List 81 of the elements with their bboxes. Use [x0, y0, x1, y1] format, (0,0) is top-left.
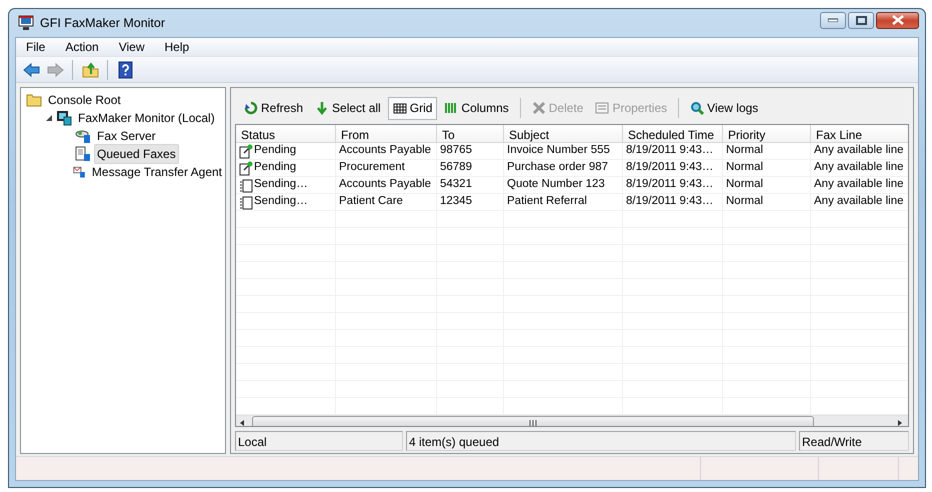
table-cell: 8/19/2011 9:43…	[623, 194, 723, 210]
table-cell: Normal	[723, 143, 811, 159]
column-header[interactable]: From	[336, 125, 437, 142]
close-button[interactable]	[876, 12, 919, 28]
down-arrow-icon	[315, 101, 330, 115]
menu-item[interactable]: Help	[154, 38, 200, 56]
table-cell: 8/19/2011 9:43…	[623, 160, 723, 176]
menu-item[interactable]: File	[16, 38, 56, 56]
folder-icon	[26, 92, 42, 108]
document-stack-icon	[75, 146, 91, 162]
minimize-button[interactable]	[820, 12, 846, 28]
help-icon[interactable]	[116, 60, 134, 78]
tree-item[interactable]: Console Root	[45, 90, 124, 110]
table-cell: Accounts Payable	[336, 143, 437, 159]
table-cell: Pending	[236, 160, 336, 176]
back-arrow-icon[interactable]	[22, 60, 40, 78]
table-cell: Quote Number 123	[504, 177, 623, 193]
table-cell: Normal	[723, 194, 811, 210]
table-cell: Any available line	[811, 143, 908, 159]
column-header[interactable]: Status	[236, 125, 336, 142]
column-header[interactable]: Scheduled Time	[623, 125, 723, 142]
table-cell: Procurement	[336, 160, 437, 176]
table-cell: Any available line	[811, 160, 908, 176]
status-text: Read/Write	[799, 431, 909, 451]
table-cell: Purchase order 987	[504, 160, 623, 176]
maximize-button[interactable]	[848, 12, 874, 28]
scrollbar-thumb[interactable]	[252, 416, 814, 426]
status-text: 4 item(s) queued	[406, 431, 796, 451]
refresh-icon	[244, 101, 258, 115]
maximize-icon	[856, 16, 866, 24]
table-cell: Accounts Payable	[336, 177, 437, 193]
magnifier-icon	[690, 101, 704, 115]
toolbar-button[interactable]: Refresh	[239, 96, 308, 120]
table-cell: Sending…	[236, 177, 336, 193]
minimize-icon	[828, 18, 838, 22]
table-cell: Invoice Number 555	[504, 143, 623, 159]
table-cell: Patient Referral	[504, 194, 623, 210]
status-text: Local	[235, 431, 403, 451]
window-title: GFI FaxMaker Monitor	[40, 14, 166, 32]
column-header[interactable]: Priority	[723, 125, 811, 142]
table-cell: Normal	[723, 160, 811, 176]
tree-item[interactable]: Message Transfer Agent	[88, 162, 225, 182]
table-cell: Pending	[236, 143, 336, 159]
mail-transfer-icon	[73, 164, 86, 180]
expand-arrow-icon[interactable]	[45, 114, 53, 122]
toolbar-button[interactable]: Columns	[439, 96, 514, 120]
toolbar-button[interactable]: View logs	[685, 96, 764, 120]
table-cell: 54321	[437, 177, 504, 193]
tree-item[interactable]: Fax Server	[94, 126, 159, 146]
pending-document-icon	[239, 160, 253, 176]
horizontal-scrollbar[interactable]	[236, 415, 908, 426]
computer-icon	[56, 110, 72, 126]
folder-up-icon[interactable]	[80, 60, 100, 78]
table-cell: Sending…	[236, 194, 336, 210]
monitor-icon	[18, 15, 34, 31]
delete-icon	[532, 101, 546, 115]
table-cell: Normal	[723, 177, 811, 193]
table-cell: Patient Care	[336, 194, 437, 210]
menu-item[interactable]: View	[108, 38, 154, 56]
toolbar-button[interactable]: Grid	[388, 96, 438, 120]
column-header[interactable]: To	[437, 125, 504, 142]
table-cell: 8/19/2011 9:43…	[623, 143, 723, 159]
table-cell: Any available line	[811, 177, 908, 193]
document-icon	[239, 178, 253, 192]
server-icon	[75, 128, 91, 144]
close-icon	[892, 15, 904, 25]
tree-item[interactable]: FaxMaker Monitor (Local)	[75, 108, 218, 128]
table-cell: 98765	[437, 143, 504, 159]
table-cell: Any available line	[811, 194, 908, 210]
document-icon	[239, 194, 253, 210]
columns-icon	[444, 101, 458, 115]
table-cell: 8/19/2011 9:43…	[623, 177, 723, 193]
grid-icon	[392, 101, 407, 115]
column-header[interactable]: Subject	[504, 125, 623, 142]
pending-document-icon	[239, 144, 253, 158]
menu-item[interactable]: Action	[55, 38, 109, 56]
table-cell: 56789	[437, 160, 504, 176]
table-cell: 12345	[437, 194, 504, 210]
toolbar-button[interactable]: Select all	[310, 96, 386, 120]
properties-icon	[595, 101, 610, 115]
tree-item[interactable]: Queued Faxes	[94, 144, 179, 164]
